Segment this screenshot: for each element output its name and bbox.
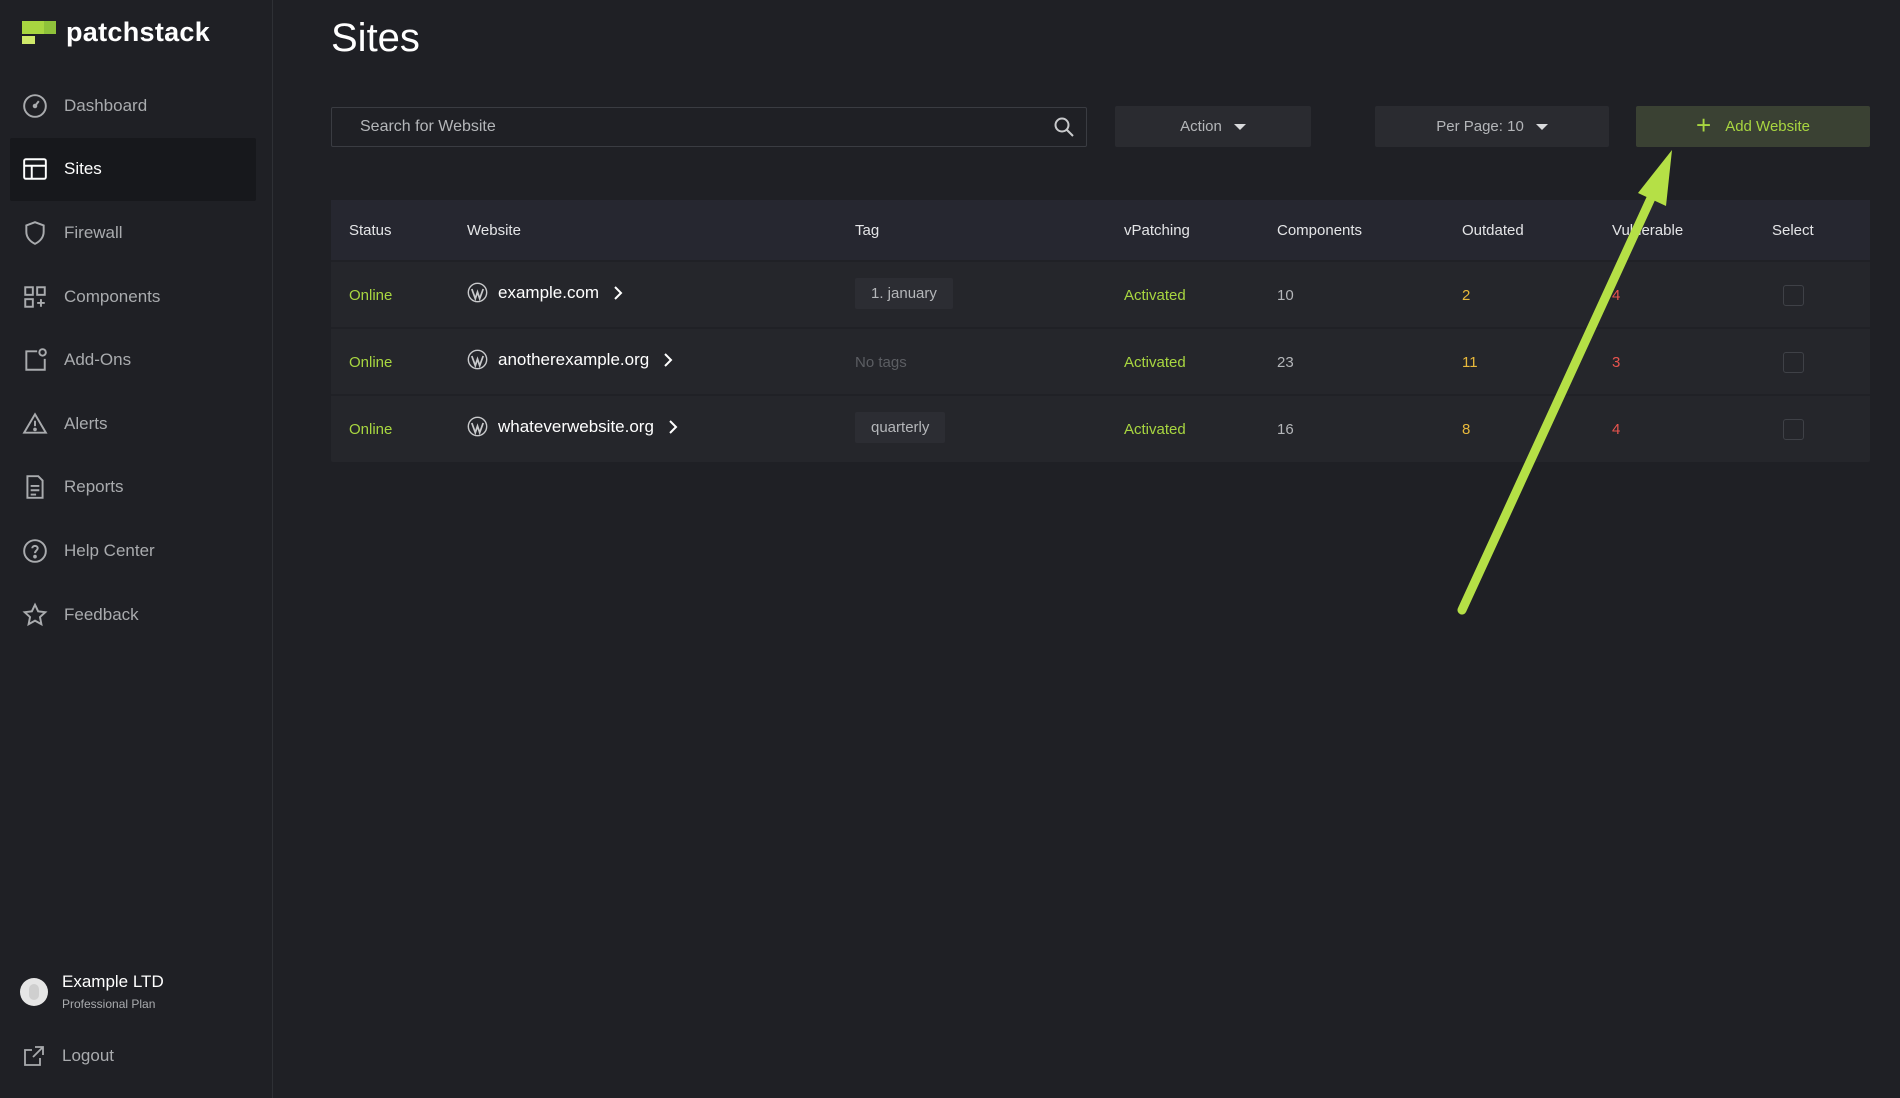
select-checkbox[interactable] <box>1783 285 1804 306</box>
header-website[interactable]: Website <box>467 222 521 239</box>
website-link[interactable]: example.com <box>467 282 623 303</box>
chevron-right-icon <box>614 285 623 300</box>
shield-icon <box>25 221 45 245</box>
sidebar-item-reports[interactable]: Reports <box>10 456 256 520</box>
logout-button[interactable]: Logout <box>22 1044 114 1068</box>
vulnerable-count: 4 <box>1612 287 1621 304</box>
outdated-count: 11 <box>1462 354 1478 371</box>
header-vpatching[interactable]: vPatching <box>1124 222 1190 239</box>
help-circle-icon <box>23 539 47 563</box>
sidebar-item-alerts[interactable]: Alerts <box>10 392 256 456</box>
action-dropdown[interactable]: Action <box>1115 106 1311 147</box>
table-row: Online whateverwebsite.org quarterly Act… <box>331 394 1870 461</box>
search-icon[interactable] <box>1052 115 1076 139</box>
status-text: Online <box>349 421 393 438</box>
outdated-count: 8 <box>1462 421 1471 438</box>
sidebar-item-help-center[interactable]: Help Center <box>10 519 256 583</box>
website-link[interactable]: anotherexample.org <box>467 349 673 370</box>
plus-icon: + <box>1696 110 1712 140</box>
search-box <box>331 107 1087 147</box>
vulnerable-count: 3 <box>1612 354 1621 371</box>
sidebar-item-firewall[interactable]: Firewall <box>10 201 256 265</box>
website-name: anotherexample.org <box>498 349 650 369</box>
account-info[interactable]: Example LTD Professional Plan <box>20 972 164 1011</box>
sidebar-item-label: Reports <box>64 477 124 497</box>
sidebar-item-label: Add-Ons <box>64 350 132 370</box>
components-count: 16 <box>1277 421 1294 438</box>
sidebar-item-sites[interactable]: Sites <box>10 137 256 202</box>
sidebar-item-label: Feedback <box>64 604 139 624</box>
account-plan: Professional Plan <box>62 997 156 1011</box>
search-input[interactable] <box>332 108 1086 146</box>
vpatching-status: Activated <box>1124 421 1186 438</box>
sidebar-item-components[interactable]: Components <box>10 265 256 329</box>
components-count: 10 <box>1277 287 1294 304</box>
website-name: example.com <box>498 282 600 302</box>
sidebar: patchstack Dashboard Sites Firewall Comp… <box>0 0 273 1098</box>
avatar <box>20 977 48 1006</box>
header-status[interactable]: Status <box>349 222 392 239</box>
grid-plus-icon <box>24 285 46 308</box>
add-website-label: Add Website <box>1725 118 1810 135</box>
table-row: Online anotherexample.org No tags Activa… <box>331 327 1870 394</box>
per-page-label: Per Page: 10 <box>1436 118 1524 135</box>
sidebar-item-label: Alerts <box>64 413 108 433</box>
tag-badge[interactable]: 1. january <box>855 278 953 309</box>
header-select: Select <box>1772 222 1814 239</box>
per-page-dropdown[interactable]: Per Page: 10 <box>1375 106 1609 147</box>
annotation-arrow <box>1457 150 1672 615</box>
sidebar-item-feedback[interactable]: Feedback <box>10 583 256 647</box>
chevron-right-icon <box>669 419 678 434</box>
add-website-button[interactable]: + Add Website <box>1636 106 1870 147</box>
table-row: Online example.com 1. january Activated … <box>331 260 1870 327</box>
sidebar-item-label: Help Center <box>64 540 155 560</box>
sidebar-nav: Dashboard Sites Firewall Components Add-… <box>10 74 256 646</box>
wordpress-icon <box>467 416 488 437</box>
sidebar-item-label: Components <box>64 286 161 306</box>
tag-badge[interactable]: quarterly <box>855 412 946 443</box>
logout-label: Logout <box>62 1046 114 1065</box>
table-header: Status Website Tag vPatching Components … <box>331 200 1870 260</box>
header-components[interactable]: Components <box>1277 222 1362 239</box>
patchstack-logo-icon <box>22 19 56 45</box>
select-checkbox[interactable] <box>1783 419 1804 440</box>
sidebar-item-label: Firewall <box>64 222 123 242</box>
brand-name: patchstack <box>66 16 211 47</box>
sidebar-item-dashboard[interactable]: Dashboard <box>10 74 256 138</box>
account-name: Example LTD <box>62 972 164 991</box>
wordpress-icon <box>467 349 488 370</box>
alert-triangle-icon <box>22 412 48 434</box>
website-name: whateverwebsite.org <box>498 416 654 436</box>
star-icon <box>22 601 48 626</box>
header-tag[interactable]: Tag <box>855 222 879 239</box>
caret-down-icon <box>1535 123 1548 130</box>
status-text: Online <box>349 354 393 371</box>
chevron-right-icon <box>664 352 673 367</box>
status-text: Online <box>349 287 393 304</box>
vpatching-status: Activated <box>1124 354 1186 371</box>
vulnerable-count: 4 <box>1612 421 1621 438</box>
action-dropdown-label: Action <box>1180 118 1222 135</box>
document-icon <box>26 475 44 500</box>
components-count: 23 <box>1277 354 1294 371</box>
header-vulnerable[interactable]: Vulnerable <box>1612 222 1683 239</box>
external-link-icon <box>24 1046 44 1066</box>
sidebar-item-label: Sites <box>64 159 102 179</box>
layout-icon <box>23 158 47 181</box>
outdated-count: 2 <box>1462 287 1471 304</box>
gauge-icon <box>23 93 47 118</box>
no-tags-text: No tags <box>855 354 907 371</box>
website-link[interactable]: whateverwebsite.org <box>467 416 678 437</box>
caret-down-icon <box>1233 123 1246 130</box>
sidebar-item-label: Dashboard <box>64 95 148 115</box>
brand-logo[interactable]: patchstack <box>22 14 210 50</box>
wordpress-icon <box>467 282 488 303</box>
add-on-icon <box>25 348 47 371</box>
vpatching-status: Activated <box>1124 287 1186 304</box>
select-checkbox[interactable] <box>1783 352 1804 373</box>
page-title: Sites <box>331 16 420 60</box>
sidebar-item-add-ons[interactable]: Add-Ons <box>10 328 256 392</box>
sites-table: Status Website Tag vPatching Components … <box>331 200 1870 462</box>
header-outdated[interactable]: Outdated <box>1462 222 1524 239</box>
